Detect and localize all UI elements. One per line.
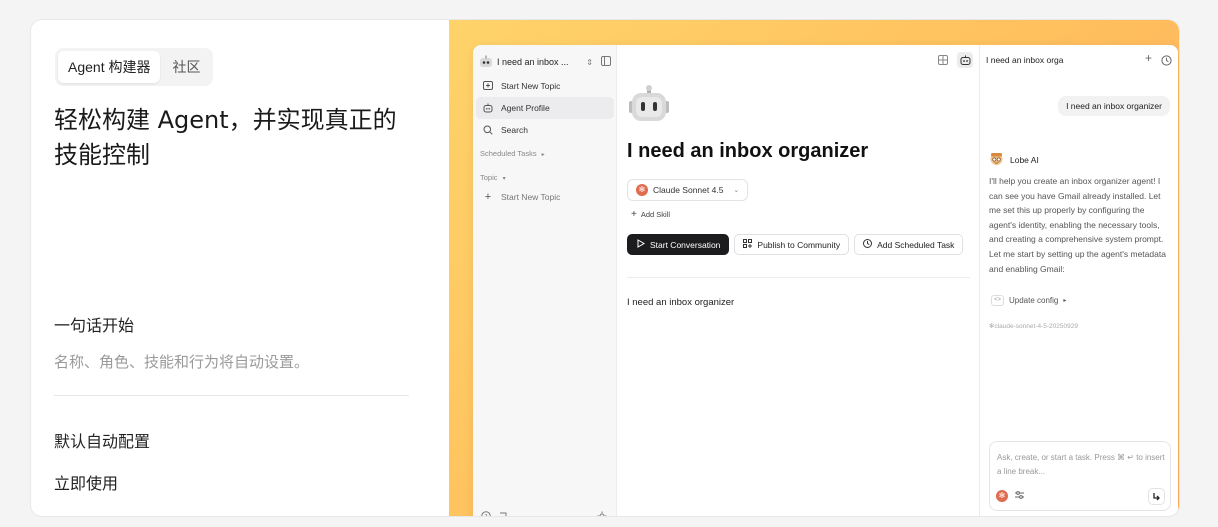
github-icon[interactable]	[498, 508, 508, 516]
divider	[627, 277, 970, 278]
sidebar-item-label: Search	[501, 125, 528, 135]
add-skill-label: Add Skill	[640, 210, 671, 219]
grid-share-icon	[743, 239, 753, 250]
collapse-sidebar-icon[interactable]	[601, 56, 611, 68]
sidebar-item-agent-profile[interactable]: Agent Profile	[476, 97, 614, 119]
assistant-message: I'll help you create an inbox organizer …	[989, 174, 1173, 276]
tab-community[interactable]: 社区	[162, 51, 210, 83]
group-scheduled-tasks[interactable]: Scheduled Tasks ▸	[480, 149, 545, 158]
assistant-message-paragraph: Let me start by setting up the agent's m…	[989, 248, 1166, 274]
sidebar-footer: ?	[473, 507, 617, 517]
user-message-bubble: I need an inbox organizer	[1058, 96, 1170, 116]
new-chat-plus-icon[interactable]: +	[1145, 52, 1152, 71]
model-id-label: ✻claude-sonnet-4-5-20250929	[989, 322, 1078, 330]
chat-title: I need an inbox orga	[986, 55, 1064, 65]
tool-call-update-config[interactable]: <> Update config ▸	[991, 295, 1066, 306]
group-topic[interactable]: Topic ▾	[480, 173, 506, 182]
assistant-header: Lobe AI	[989, 151, 1039, 168]
headline: 轻松构建 Agent，并实现真正的技能控制	[54, 106, 397, 169]
help-icon[interactable]: ?	[481, 508, 491, 517]
sidebar-item-new-topic[interactable]: Start New Topic	[476, 75, 614, 97]
tab-switcher: Agent 构建器 社区	[55, 48, 214, 86]
svg-text:?: ?	[484, 513, 487, 517]
sidebar-item-search[interactable]: Search	[476, 119, 614, 141]
new-topic-icon	[482, 80, 494, 92]
topic-new-item[interactable]: + Start New Topic	[476, 186, 614, 208]
send-icon	[1152, 488, 1161, 506]
caret-down-icon: ▾	[502, 176, 506, 182]
system-prompt-text[interactable]: I need an inbox organizer	[627, 297, 734, 308]
add-scheduled-task-label: Add Scheduled Task	[877, 239, 955, 250]
composer-tools: ✻	[996, 487, 1025, 505]
app-window: I need an inbox ... ⇕ Start New Topic Ag…	[473, 45, 1178, 517]
left-pane: Agent 构建器 社区 轻松构建 Agent，并实现真正的技能控制 一句话开始…	[31, 20, 449, 516]
model-name: Claude Sonnet 4.5	[653, 185, 724, 195]
plus-icon: +	[631, 209, 637, 220]
assistant-name: Lobe AI	[1010, 154, 1039, 165]
plus-icon: +	[484, 191, 492, 203]
agent-avatar	[627, 85, 671, 125]
chat-bot-icon[interactable]	[957, 52, 973, 68]
composer-placeholder: Ask, create, or start a task. Press ⌘ ↵ …	[997, 453, 1165, 476]
clock-icon	[863, 239, 873, 250]
claude-icon: ✻	[636, 184, 648, 196]
claude-model-icon[interactable]: ✻	[996, 490, 1008, 502]
topic-new-label: Start New Topic	[501, 192, 561, 202]
group-label: Scheduled Tasks	[480, 149, 537, 158]
chevron-updown-icon[interactable]: ⇕	[586, 58, 593, 67]
start-conversation-label: Start Conversation	[650, 239, 721, 250]
caret-right-icon: ▸	[541, 152, 545, 158]
sidebar: I need an inbox ... ⇕ Start New Topic Ag…	[473, 45, 617, 517]
feature-card: Agent 构建器 社区 轻松构建 Agent，并实现真正的技能控制 一句话开始…	[30, 19, 1180, 517]
chat-panel: I need an inbox orga + I need an inbox o…	[980, 45, 1178, 516]
agent-name: I need an inbox ...	[497, 57, 569, 67]
model-id-text: claude-sonnet-4-5-20250929	[994, 323, 1078, 330]
tool-call-label: Update config	[1009, 296, 1059, 305]
agent-title: I need an inbox organizer	[627, 140, 869, 162]
preview-pane: I need an inbox ... ⇕ Start New Topic Ag…	[449, 20, 1179, 517]
chat-toolbar: +	[1145, 52, 1172, 71]
sidebar-item-label: Start New Topic	[501, 81, 561, 91]
chat-composer[interactable]: Ask, create, or start a task. Press ⌘ ↵ …	[989, 441, 1171, 511]
add-skill-button[interactable]: + Add Skill	[631, 209, 670, 220]
code-icon: <>	[991, 295, 1004, 306]
history-clock-icon[interactable]	[1161, 53, 1172, 71]
lobe-ai-avatar-icon	[989, 151, 1004, 168]
tab-agent-builder[interactable]: Agent 构建器	[58, 51, 161, 83]
robot-avatar-icon	[479, 55, 493, 70]
agent-profile-panel: I need an inbox organizer ✻ Claude Sonne…	[617, 45, 980, 516]
feature-title-auto-config[interactable]: 默认自动配置	[54, 428, 150, 452]
add-scheduled-task-button[interactable]: Add Scheduled Task	[854, 234, 964, 255]
model-selector[interactable]: ✻ Claude Sonnet 4.5 ⌄	[627, 179, 749, 201]
send-button[interactable]	[1148, 488, 1165, 505]
theme-sun-icon[interactable]	[597, 508, 607, 516]
search-icon	[482, 124, 494, 136]
chevron-down-icon: ⌄	[733, 187, 740, 194]
group-label: Topic	[480, 173, 498, 182]
main-toolbar	[935, 52, 973, 68]
feature-title-use-now[interactable]: 立即使用	[54, 470, 118, 494]
caret-right-icon: ▸	[1063, 298, 1067, 304]
start-conversation-button[interactable]: Start Conversation	[627, 234, 730, 255]
action-bar: Start Conversation Publish to Community …	[627, 234, 964, 255]
layout-grid-icon[interactable]	[935, 52, 951, 68]
divider	[54, 395, 409, 396]
play-icon	[636, 239, 645, 250]
settings-sliders-icon[interactable]	[1014, 487, 1025, 505]
sidebar-item-label: Agent Profile	[501, 103, 550, 113]
assistant-message-paragraph: I'll help you create an inbox organizer …	[989, 176, 1164, 245]
feature-title-start[interactable]: 一句话开始	[54, 312, 134, 336]
feature-desc-start: 名称、角色、技能和行为将自动设置。	[54, 353, 310, 371]
agent-switcher[interactable]: I need an inbox ... ⇕	[479, 53, 611, 71]
publish-label: Publish to Community	[757, 239, 841, 250]
robot-icon	[482, 102, 494, 114]
publish-to-community-button[interactable]: Publish to Community	[734, 234, 850, 255]
